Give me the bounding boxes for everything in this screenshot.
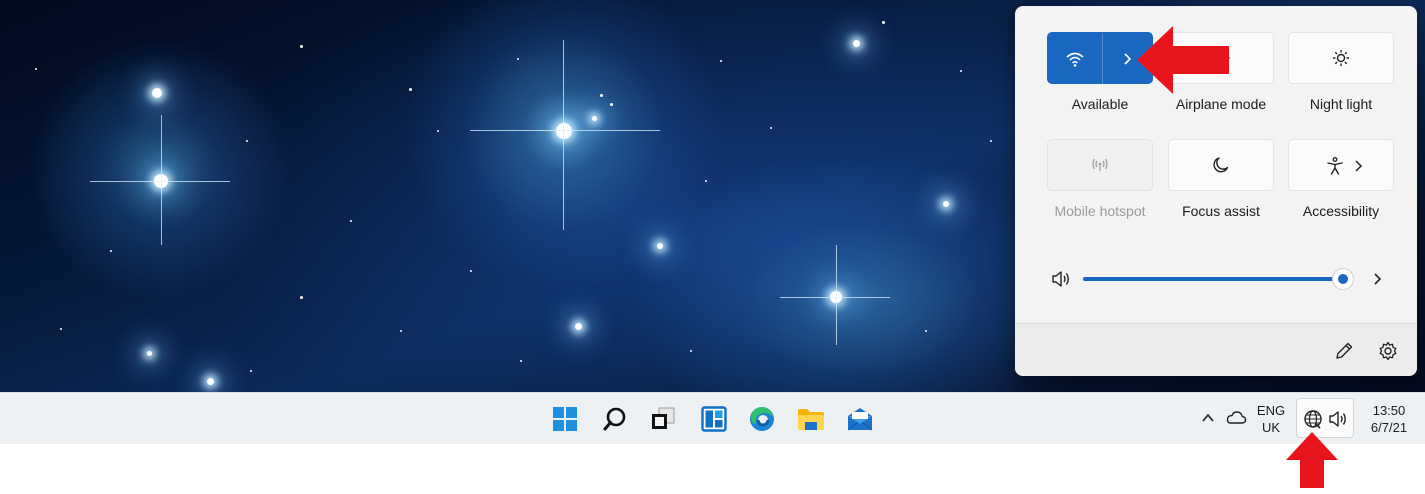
wallpaper-star [657, 243, 663, 249]
wallpaper-star [250, 370, 252, 372]
accessibility-tile[interactable] [1288, 139, 1394, 191]
pencil-icon[interactable] [1333, 340, 1355, 362]
wallpaper-star [882, 21, 885, 24]
moon-icon [1211, 155, 1231, 175]
wallpaper-star [110, 250, 112, 252]
wallpaper-star [350, 220, 352, 222]
wallpaper-star [600, 94, 603, 97]
wallpaper-star [409, 88, 412, 91]
clock[interactable]: 13:50 6/7/21 [1360, 402, 1418, 436]
wifi-expand-chevron-icon[interactable] [1120, 51, 1134, 67]
wallpaper-star [517, 58, 519, 60]
mobile-hotspot-label: Mobile hotspot [1054, 203, 1146, 219]
wallpaper-star [207, 378, 214, 385]
night-light-label: Night light [1309, 96, 1373, 112]
onedrive-icon[interactable] [1225, 408, 1247, 426]
night-light-tile[interactable] [1288, 32, 1394, 84]
edge-button[interactable] [747, 404, 777, 434]
file-explorer-icon [797, 406, 825, 432]
wallpaper-star [246, 140, 248, 142]
start-icon [552, 406, 578, 432]
search-button[interactable] [600, 404, 630, 434]
wallpaper-star [690, 350, 692, 352]
page-background-below-taskbar [0, 444, 1425, 494]
wifi-icon [1065, 49, 1085, 69]
wallpaper-star [152, 88, 162, 98]
accessibility-chevron-icon [1351, 158, 1365, 174]
wallpaper-flare [563, 40, 564, 230]
airplane-mode-label: Airplane mode [1175, 96, 1267, 112]
wallpaper-star [556, 123, 572, 139]
quick-settings-footer [1015, 323, 1417, 376]
mail-icon [846, 406, 874, 432]
volume-slider-track[interactable] [1083, 277, 1345, 281]
focus-assist-tile[interactable] [1168, 139, 1274, 191]
wallpaper-star [960, 70, 962, 72]
task-view-icon [650, 406, 676, 432]
annotation-arrow-up [1286, 432, 1338, 488]
wallpaper-flare [836, 245, 837, 345]
speaker-tray-icon [1328, 409, 1350, 429]
file-explorer-button[interactable] [796, 404, 826, 434]
search-icon [602, 406, 628, 432]
language-code: ENG [1256, 403, 1286, 418]
wallpaper-star [943, 201, 949, 207]
wallpaper-star [575, 323, 582, 330]
speaker-icon[interactable] [1050, 269, 1072, 289]
wifi-tile-divider [1102, 33, 1103, 85]
wallpaper-star [300, 45, 303, 48]
widgets-icon [701, 406, 727, 432]
wallpaper-flare [470, 130, 660, 131]
clock-date: 6/7/21 [1370, 420, 1408, 435]
wallpaper-star [705, 180, 707, 182]
wallpaper-star [300, 296, 303, 299]
gear-icon[interactable] [1377, 340, 1399, 362]
brightness-icon [1331, 48, 1351, 68]
wallpaper-star [770, 127, 772, 129]
task-view-button[interactable] [648, 404, 678, 434]
wallpaper-flare [161, 115, 162, 245]
accessibility-label: Accessibility [1302, 203, 1380, 219]
annotation-arrow-left [1137, 26, 1229, 94]
globe-icon [1303, 409, 1323, 429]
focus-assist-label: Focus assist [1182, 203, 1260, 219]
wallpaper-star [60, 328, 62, 330]
volume-slider-thumb[interactable] [1333, 269, 1353, 289]
taskbar: ENG UK 13:50 6/7/21 [0, 392, 1425, 444]
wallpaper-star [470, 270, 472, 272]
wallpaper-star [990, 140, 992, 142]
hotspot-icon [1090, 155, 1110, 175]
wallpaper-star [720, 60, 722, 62]
wallpaper-star [147, 351, 152, 356]
wallpaper-star [610, 103, 613, 106]
volume-output-chevron-icon[interactable] [1369, 270, 1385, 288]
wallpaper-star [437, 130, 439, 132]
clock-time: 13:50 [1372, 403, 1406, 418]
start-button[interactable] [550, 404, 580, 434]
wallpaper-star [520, 360, 522, 362]
accessibility-icon [1325, 156, 1345, 176]
widgets-button[interactable] [699, 404, 729, 434]
edge-icon [748, 405, 776, 433]
wallpaper-star [400, 330, 402, 332]
wallpaper-flare [90, 181, 230, 182]
show-hidden-icons-chevron-icon[interactable] [1200, 410, 1216, 426]
wallpaper-star [592, 116, 597, 121]
wallpaper-star [35, 68, 37, 70]
wallpaper-flare [780, 297, 890, 298]
mail-button[interactable] [845, 404, 875, 434]
wallpaper-star [853, 40, 860, 47]
wifi-tile-label: Available [1071, 96, 1129, 112]
wallpaper-star [925, 330, 927, 332]
mobile-hotspot-tile[interactable] [1047, 139, 1153, 191]
